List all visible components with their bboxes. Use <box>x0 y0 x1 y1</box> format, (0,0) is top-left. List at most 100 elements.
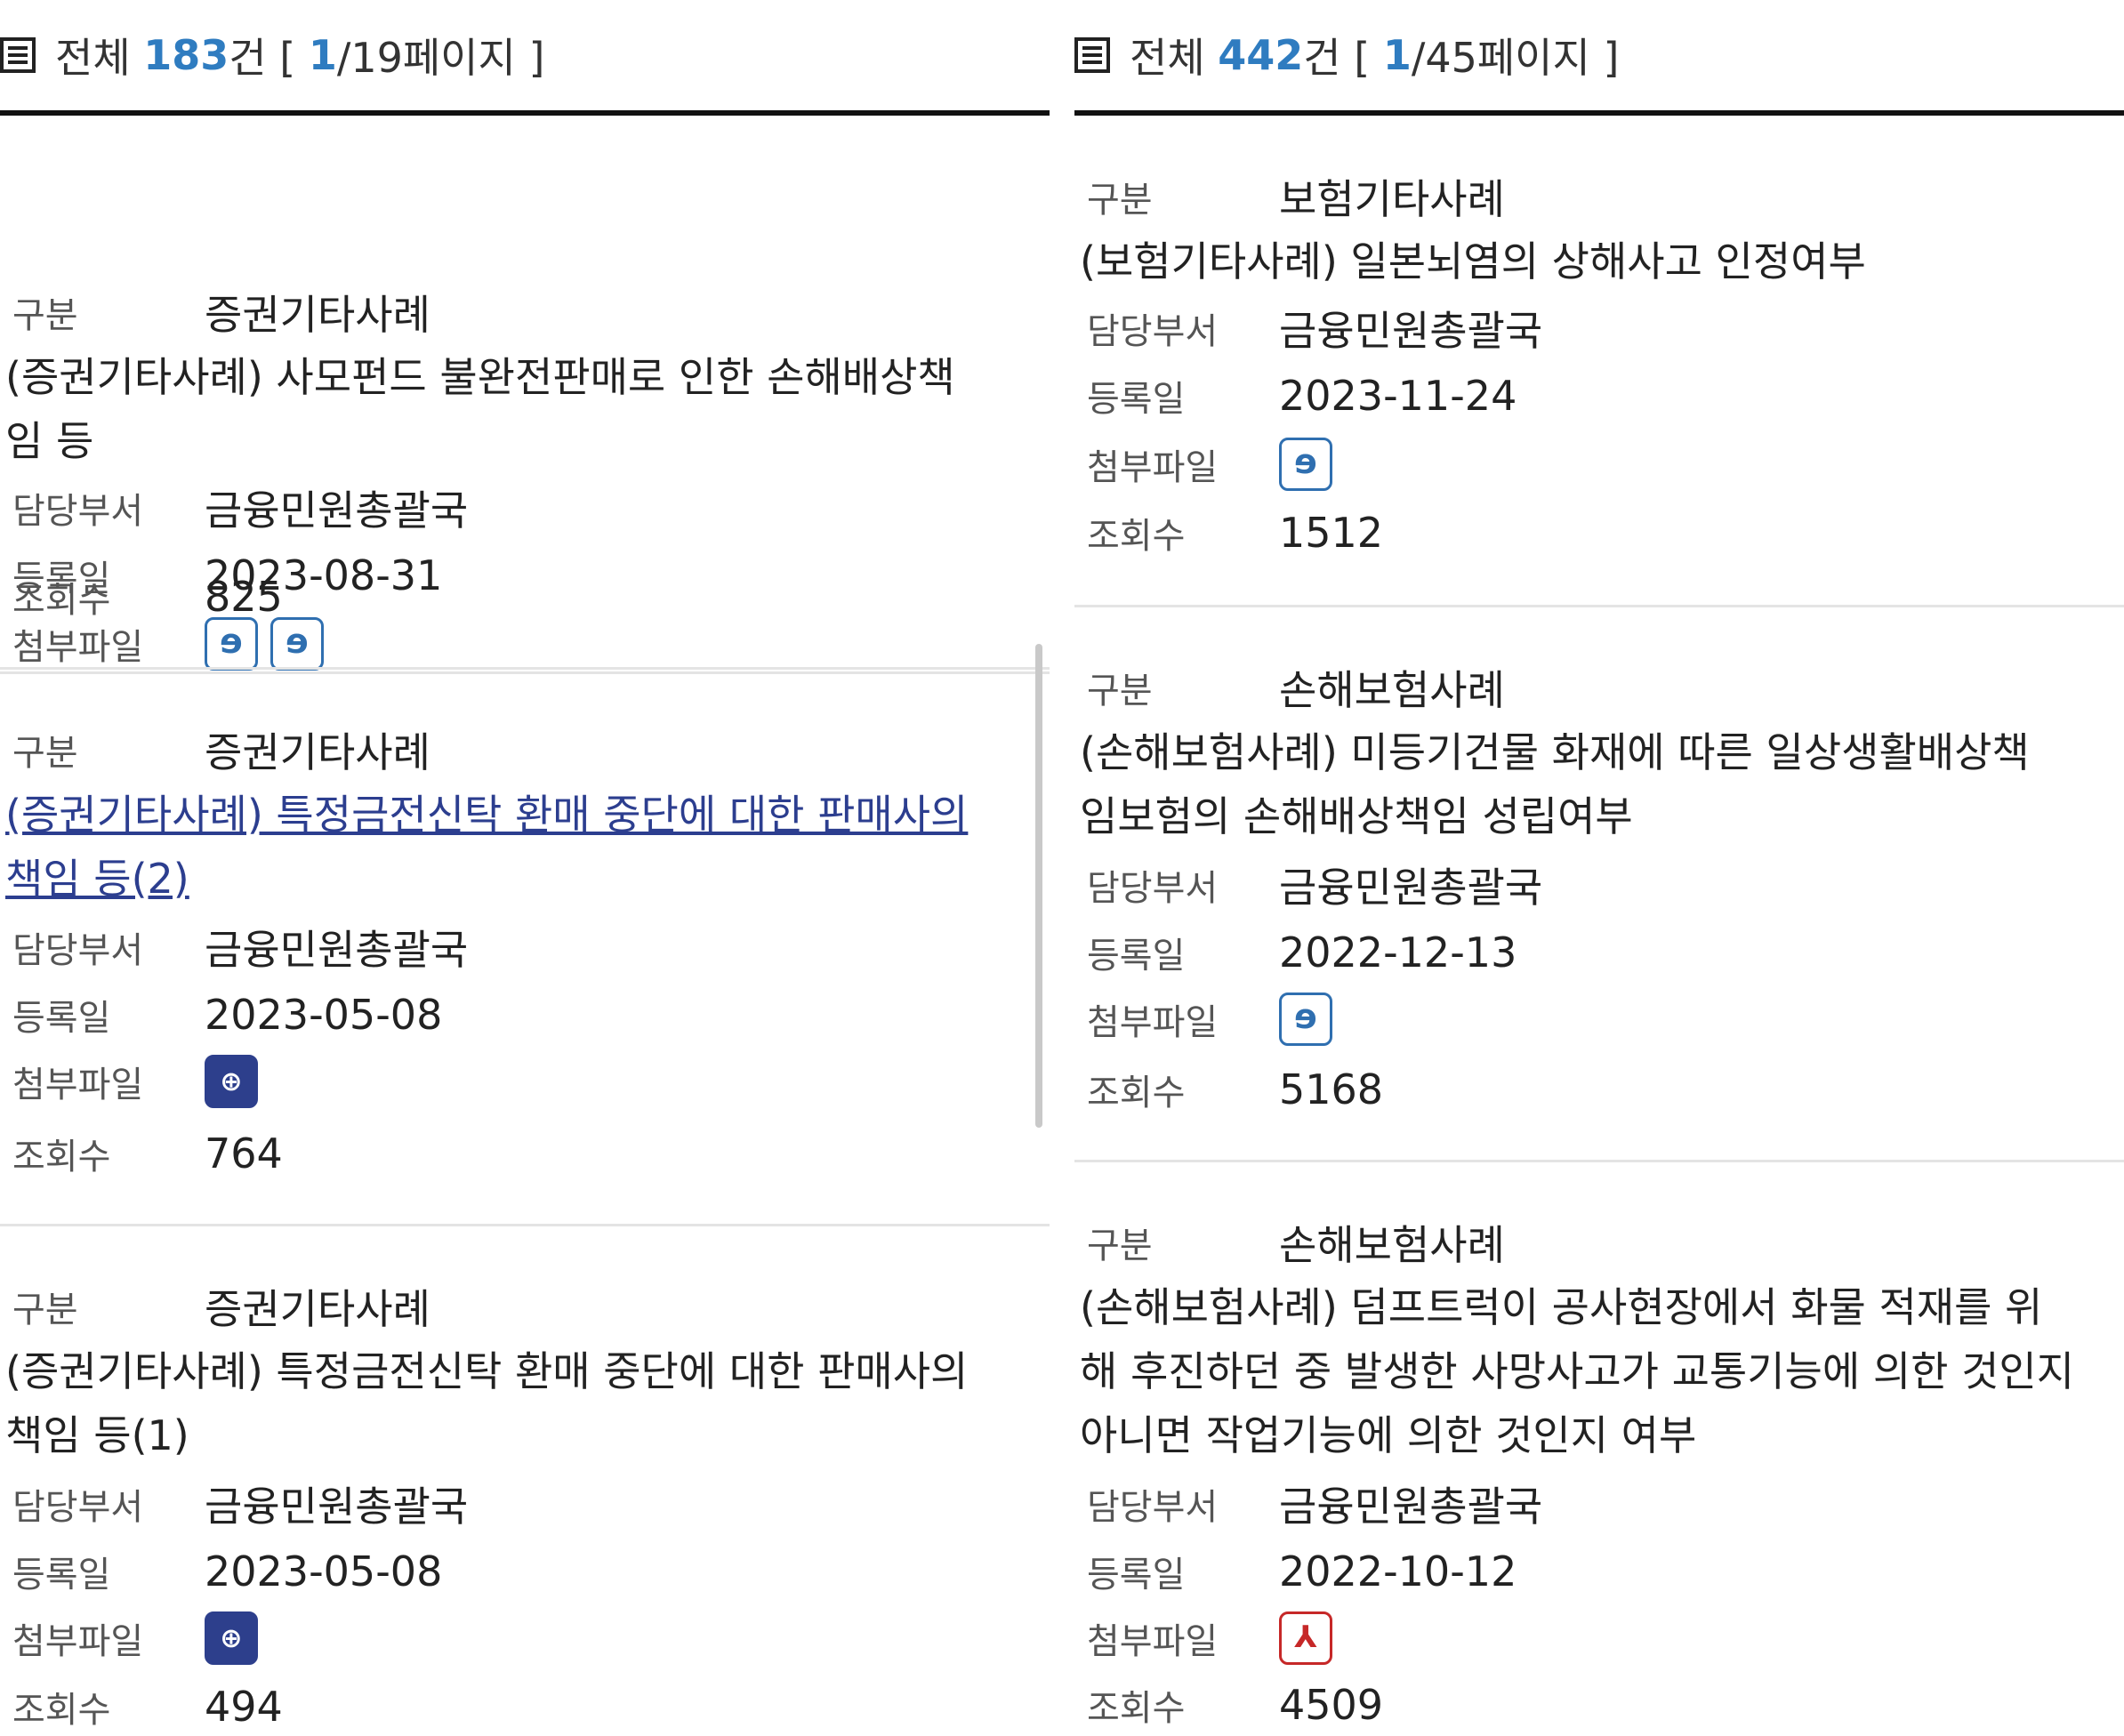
dept-label: 담당부서 <box>1087 311 1219 352</box>
list-item: 구분 손해보험사례 (손해보험사례) 미등기건물 화재에 따른 일상생활배상책 임… <box>1074 656 2124 1137</box>
post-title-line: 임 등 <box>5 417 94 465</box>
dept-label: 담당부서 <box>1087 1487 1219 1528</box>
header-prefix: 전체 <box>55 34 144 82</box>
link-icon[interactable]: ⊕ <box>205 1055 258 1109</box>
category-value: 보험기타사례 <box>1279 175 1505 223</box>
views-label: 조회수 <box>12 580 111 621</box>
header-mid: 건 [ <box>229 34 309 82</box>
divider <box>1074 605 2124 607</box>
post-title-line: 책임 등(1) <box>5 1411 189 1459</box>
post-title-link[interactable]: (증권기타사례) 특정금전신탁 환매 중단에 대한 판매사의 책임 등(1) <box>0 1339 973 1467</box>
post-title-line: (증권기타사례) 특정금전신탁 환매 중단에 대한 판매사의 <box>5 791 969 839</box>
file-label: 첨부파일 <box>1087 1002 1219 1043</box>
post-title-line: 임보험의 손해배상책임 성립여부 <box>1080 792 1633 840</box>
views-label: 조회수 <box>1087 516 1186 557</box>
date-label: 등록일 <box>1087 1555 1186 1595</box>
left-list-panel: 전체 183 건 [ 1/19페이지 ] 구분 증권기타사례 (증권기타사례) 사모… <box>0 0 1050 1731</box>
list-header: 전체 442 건 [ 1/45페이지 ] <box>1074 0 2124 116</box>
dept-label: 담당부서 <box>12 930 144 971</box>
dept-value: 금융민원총괄국 <box>1279 864 1543 912</box>
views-label: 조회수 <box>1087 1073 1186 1113</box>
file-label: 첨부파일 <box>12 1065 144 1105</box>
post-title-line: (증권기타사례) 특정금전신탁 환매 중단에 대한 판매사의 <box>5 1347 969 1395</box>
header-suffix: /45페이지 ] <box>1411 34 1620 82</box>
views-label: 조회수 <box>1087 1688 1186 1729</box>
list-item: 구분 손해보험사례 (손해보험사례) 덤프트럭이 공사현장에서 화물 적재를 위 … <box>1074 1211 2124 1736</box>
category-value: 손해보험사례 <box>1279 666 1505 714</box>
views-value: 5168 <box>1279 1065 1384 1113</box>
dept-value: 금융민원총괄국 <box>1279 307 1543 355</box>
pdf-icon[interactable]: ⅄ <box>1279 1611 1332 1666</box>
file-label: 첨부파일 <box>1087 447 1219 488</box>
list-item: 구분 증권기타사례 (증권기타사례) 특정금전신탁 환매 중단에 대한 판매사의 … <box>0 719 1050 1270</box>
views-value: 1512 <box>1279 509 1384 557</box>
divider <box>0 667 1050 670</box>
post-title-line: 아니면 작업기능에 의한 것인지 여부 <box>1080 1411 1697 1459</box>
category-value: 증권기타사례 <box>205 728 430 776</box>
dept-label: 담당부서 <box>12 1487 144 1528</box>
total-count: 183 <box>143 31 229 79</box>
category-label: 구분 <box>12 1290 78 1330</box>
total-count: 442 <box>1218 31 1304 79</box>
dept-value: 금융민원총괄국 <box>1279 1483 1543 1531</box>
dept-value: 금융민원총괄국 <box>205 1483 469 1531</box>
link-icon[interactable]: ⊕ <box>205 1611 258 1666</box>
dept-label: 담당부서 <box>1087 868 1219 909</box>
post-title-line: 책임 등(2) <box>5 855 189 903</box>
current-page: 1 <box>1382 31 1412 79</box>
category-label: 구분 <box>12 733 78 774</box>
post-title-line: (손해보험사례) 미등기건물 화재에 따른 일상생활배상책 <box>1080 728 2030 776</box>
views-value: 764 <box>205 1129 283 1177</box>
category-label: 구분 <box>1087 671 1153 711</box>
views-label: 조회수 <box>12 1137 111 1177</box>
list-header: 전체 183 건 [ 1/19페이지 ] <box>0 0 1050 116</box>
list-item: 구분 증권기타사례 (증권기타사례) 특정금전신탁 환매 중단에 대한 판매사의 … <box>0 1275 1050 1736</box>
header-mid: 건 [ <box>1303 34 1383 82</box>
post-title-line: (증권기타사례) 사모펀드 불완전판매로 인한 손해배상책 <box>5 353 955 401</box>
scrollbar[interactable] <box>1035 644 1042 1128</box>
dept-label: 담당부서 <box>12 491 144 532</box>
post-title-link[interactable]: (증권기타사례) 사모펀드 불완전판매로 인한 손해배상책 임 등 <box>0 345 961 473</box>
date-label: 등록일 <box>12 998 111 1039</box>
views-value: 4509 <box>1279 1681 1384 1729</box>
category-value: 증권기타사례 <box>205 1285 430 1333</box>
date-label: 등록일 <box>1087 379 1186 420</box>
post-title-link[interactable]: (손해보험사례) 미등기건물 화재에 따른 일상생활배상책 임보험의 손해배상책… <box>1074 720 2035 848</box>
date-value: 2022-10-12 <box>1279 1547 1517 1595</box>
post-title-link[interactable]: (보험기타사례) 일본뇌염의 상해사고 인정여부 <box>1074 229 1871 293</box>
views-label: 조회수 <box>12 1690 111 1731</box>
post-title-link[interactable]: (손해보험사례) 덤프트럭이 공사현장에서 화물 적재를 위 해 후진하던 중 … <box>1074 1275 2080 1467</box>
right-list-panel: 전체 442 건 [ 1/45페이지 ] 구분 보험기타사례 (보험기타사례) 일본… <box>1074 0 2124 1729</box>
date-value: 2023-05-08 <box>205 991 443 1039</box>
category-label: 구분 <box>1087 180 1153 221</box>
header-prefix: 전체 <box>1130 34 1219 82</box>
file-label: 첨부파일 <box>12 1621 144 1662</box>
category-value: 손해보험사례 <box>1279 1221 1505 1269</box>
date-value: 2023-05-08 <box>205 1547 443 1595</box>
post-title-line: 해 후진하던 중 발생한 사망사고가 교통기능에 의한 것인지 <box>1080 1347 2075 1395</box>
date-value: 2023-11-24 <box>1279 372 1517 420</box>
date-label: 등록일 <box>1087 936 1186 976</box>
date-value: 2022-12-13 <box>1279 928 1517 976</box>
dept-value: 금융민원총괄국 <box>205 486 469 534</box>
list-icon <box>1074 37 1110 73</box>
date-label: 등록일 <box>12 1555 111 1595</box>
hwp-icon[interactable]: ɘ <box>1279 993 1332 1047</box>
category-label: 구분 <box>12 295 78 336</box>
post-title-line: (손해보험사례) 덤프트럭이 공사현장에서 화물 적재를 위 <box>1080 1283 2043 1331</box>
divider <box>0 1224 1050 1226</box>
category-label: 구분 <box>1087 1226 1153 1266</box>
current-page: 1 <box>308 31 337 79</box>
dept-value: 금융민원총괄국 <box>205 926 469 974</box>
post-title-line: (보험기타사례) 일본뇌염의 상해사고 인정여부 <box>1080 237 1866 285</box>
header-suffix: /19페이지 ] <box>336 34 545 82</box>
post-title-link[interactable]: (증권기타사례) 특정금전신탁 환매 중단에 대한 판매사의 책임 등(2) <box>0 783 973 911</box>
views-value: 494 <box>205 1683 283 1731</box>
file-label: 첨부파일 <box>1087 1621 1219 1662</box>
list-icon <box>0 37 36 73</box>
divider <box>1074 1160 2124 1162</box>
category-value: 증권기타사례 <box>205 291 430 339</box>
list-item: 구분 보험기타사례 (보험기타사례) 일본뇌염의 상해사고 인정여부 담당부서 금융… <box>1074 165 2124 575</box>
views-value: 825 <box>205 573 283 621</box>
hwp-icon[interactable]: ɘ <box>1279 438 1332 492</box>
